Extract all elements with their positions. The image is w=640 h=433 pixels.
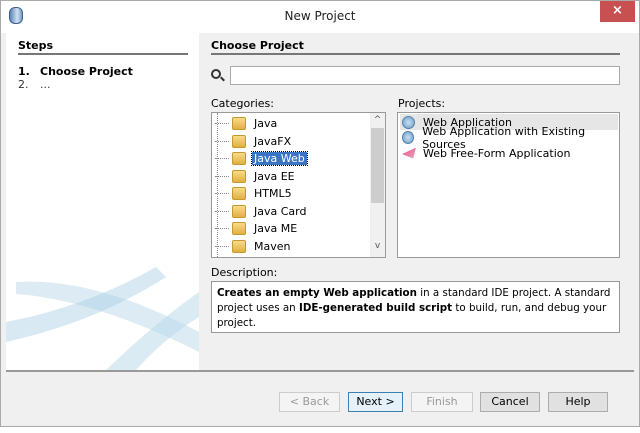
category-label: HTML5 (254, 187, 292, 200)
tree-line (217, 113, 218, 257)
back-button[interactable]: < Back (279, 392, 340, 412)
category-item[interactable]: Java (215, 115, 278, 132)
project-item[interactable]: Web Free-Form Application (400, 145, 618, 161)
category-item[interactable]: Java Card (215, 203, 307, 220)
folder-icon (232, 187, 246, 200)
tree-line (215, 158, 229, 159)
desc-bold: IDE-generated build script (298, 302, 453, 314)
category-label: Java EE (254, 169, 295, 183)
scroll-down-icon[interactable]: v (370, 241, 385, 251)
folder-icon (232, 239, 246, 253)
steps-header: Steps (18, 39, 188, 55)
category-label: Java ME (254, 222, 298, 235)
search-input[interactable] (230, 66, 620, 85)
category-item[interactable]: HTML5 (215, 185, 292, 202)
category-label: Java (254, 117, 278, 130)
category-label: JavaFX (254, 134, 292, 148)
tree-line (215, 228, 229, 229)
title-bar: New Project × (1, 1, 639, 33)
tree-line (215, 210, 229, 212)
step-label: Choose Project (40, 65, 133, 78)
help-button[interactable]: Help (548, 392, 608, 412)
folder-icon (232, 204, 246, 218)
categories-label: Categories: (211, 97, 274, 110)
step-1: 1. Choose Project (18, 65, 133, 78)
folder-icon (232, 117, 246, 130)
tree-line (215, 175, 229, 177)
tree-line (215, 193, 229, 194)
scrollbar-thumb[interactable] (371, 128, 384, 203)
category-item[interactable]: Java Web (215, 150, 308, 167)
folder-icon (232, 152, 246, 165)
window-title: New Project (284, 9, 356, 23)
project-item[interactable]: Web Application with Existing Sources (400, 125, 618, 151)
desc-bold: Creates an empty Web application (217, 287, 417, 299)
step-2: 2.... (18, 78, 51, 91)
finish-button[interactable]: Finish (411, 392, 473, 412)
tree-line (215, 245, 229, 247)
next-button[interactable]: Next > (348, 392, 403, 412)
close-button[interactable]: × (600, 1, 635, 22)
globe-icon (402, 131, 415, 144)
category-item[interactable]: Maven (215, 238, 291, 255)
step-number: 2. (18, 78, 29, 91)
category-label: Java Card (254, 204, 307, 218)
category-item[interactable]: Java EE (215, 168, 295, 185)
category-label: Maven (254, 239, 291, 253)
category-item[interactable]: JavaFX (215, 133, 292, 150)
projects-list[interactable]: Web Application Web Application with Exis… (397, 112, 620, 258)
category-item[interactable]: Java ME (215, 220, 298, 237)
choose-project-header: Choose Project (211, 39, 620, 55)
description-label: Description: (211, 266, 278, 279)
description-box: Creates an empty Web application in a st… (211, 281, 620, 333)
cancel-button[interactable]: Cancel (480, 392, 540, 412)
folder-icon (232, 222, 246, 235)
freeform-icon (402, 147, 416, 159)
tree-line (215, 140, 229, 142)
globe-icon (402, 115, 415, 129)
search-icon (211, 69, 221, 79)
folder-icon (232, 169, 246, 183)
categories-tree[interactable]: Java JavaFX Java Web Java EE HTML5 Java Card J… (211, 112, 386, 258)
step-label: ... (40, 78, 51, 91)
steps-panel: Steps 1. Choose Project 2.... (6, 32, 199, 370)
categories-scrollbar[interactable]: ^ v (370, 113, 385, 257)
footer-divider (6, 370, 634, 372)
folder-icon (232, 134, 246, 148)
tree-line (215, 123, 229, 124)
scroll-up-icon[interactable]: ^ (370, 115, 385, 125)
project-label: Web Free-Form Application (423, 146, 571, 160)
projects-label: Projects: (398, 97, 446, 110)
category-label: Java Web (251, 151, 308, 166)
step-number: 1. (18, 65, 30, 78)
